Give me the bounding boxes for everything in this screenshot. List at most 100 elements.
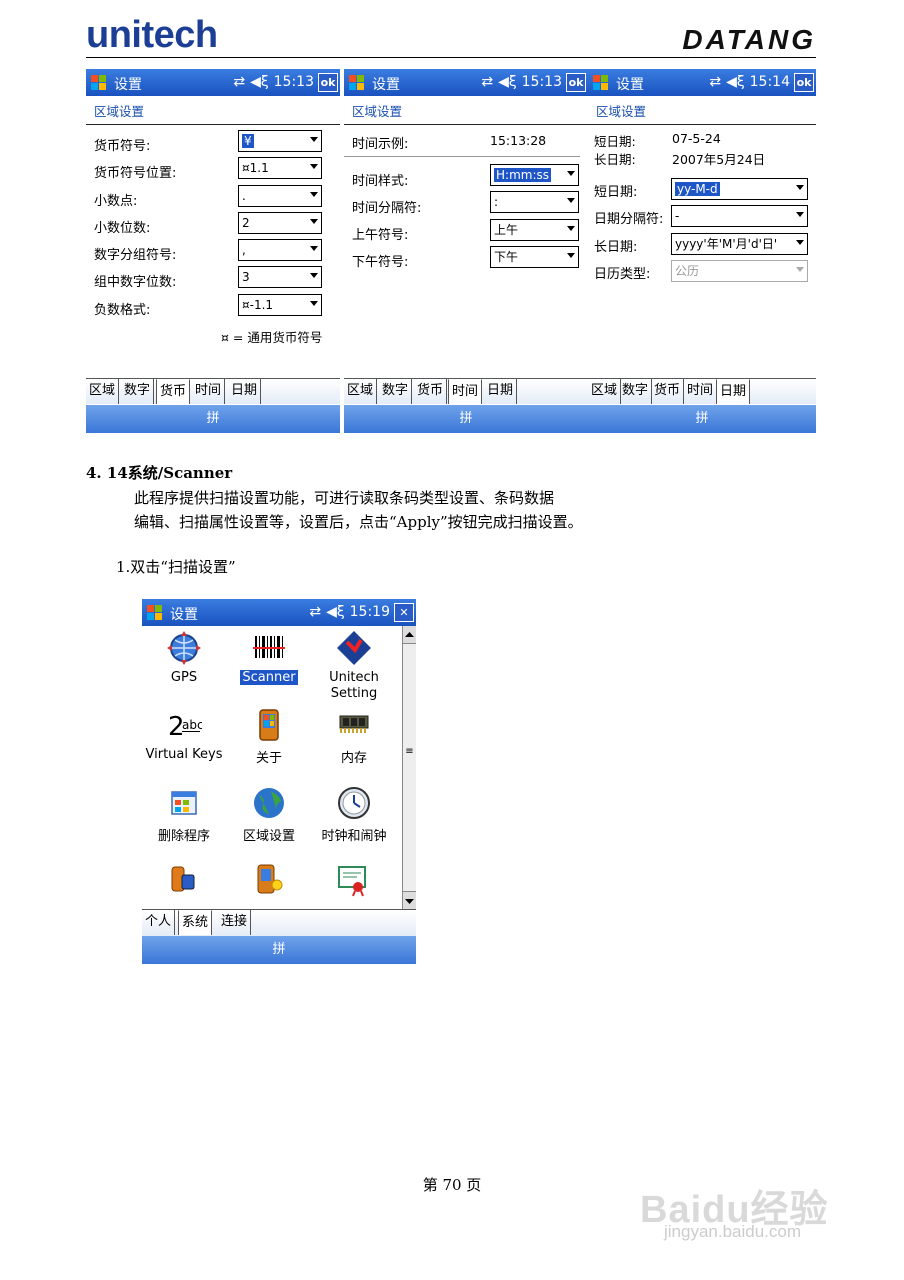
vertical-scrollbar[interactable]: ≡	[402, 626, 416, 909]
status-area: ⇄ ◀ξ 15:13	[476, 74, 562, 90]
window-title: 设置	[372, 77, 400, 93]
remove-programs-item[interactable]: 删除程序	[142, 785, 229, 844]
tab-date[interactable]: 日期	[228, 379, 262, 404]
input-panel-button[interactable]: 拼	[588, 405, 816, 433]
page-subtitle: 区域设置	[596, 104, 647, 119]
status-area: ⇄ ◀ξ 15:14	[704, 74, 790, 90]
about-item[interactable]: 关于	[224, 707, 314, 766]
input-panel-button[interactable]: 拼	[142, 936, 416, 964]
scroll-thumb-grip-icon[interactable]: ≡	[403, 746, 416, 766]
scroll-up-button[interactable]	[403, 626, 416, 644]
tab-region[interactable]: 区域	[344, 379, 378, 404]
unitech-setting-item[interactable]: Unitech Setting	[309, 630, 399, 702]
speaker-icon[interactable]: ◀ξ	[498, 74, 517, 90]
short-date-label: 短日期:	[594, 185, 638, 200]
window-title: 设置	[114, 77, 142, 93]
regional-settings-item[interactable]: 区域设置	[224, 785, 314, 844]
memory-item[interactable]: 内存	[309, 707, 399, 766]
tab-region[interactable]: 区域	[588, 379, 622, 404]
time-style-select[interactable]: H:mm:ss	[490, 164, 579, 186]
tab-connections[interactable]: 连接	[218, 910, 252, 935]
currency-symbol-select[interactable]: ¥	[238, 130, 322, 152]
tab-time[interactable]: 时间	[448, 379, 483, 404]
gps-item[interactable]: GPS	[142, 630, 229, 685]
pm-symbol-select[interactable]: 下午	[490, 246, 579, 268]
long-date-select[interactable]: yyyy'年'M'月'd'日'	[671, 233, 808, 255]
tab-date[interactable]: 日期	[716, 379, 751, 404]
calendar-type-select: 公历	[671, 260, 808, 282]
date-separator-select[interactable]: -	[671, 205, 808, 227]
chevron-down-icon	[310, 246, 318, 251]
digit-grouping-select[interactable]: ,	[238, 239, 322, 261]
speaker-icon[interactable]: ◀ξ	[726, 74, 745, 90]
windows-start-icon[interactable]	[89, 73, 109, 92]
chevron-down-icon	[310, 192, 318, 197]
virtual-keys-item[interactable]: 2 abc Virtual Keys	[142, 707, 229, 762]
ok-button[interactable]: ok	[318, 73, 338, 92]
group-size-select[interactable]: 3	[238, 266, 322, 288]
status-area: ⇄ ◀ξ 15:13	[228, 74, 314, 90]
tab-system[interactable]: 系统	[178, 910, 213, 935]
tab-currency[interactable]: 货币	[414, 379, 448, 404]
chevron-down-icon	[796, 267, 804, 272]
connectivity-icon[interactable]: ⇄	[309, 604, 321, 620]
time-separator-select[interactable]: :	[490, 191, 579, 213]
certificates-icon	[338, 866, 366, 897]
close-icon[interactable]: ✕	[394, 603, 414, 622]
tab-number[interactable]: 数字	[121, 379, 155, 404]
tab-time[interactable]: 时间	[192, 379, 226, 404]
decimal-digits-select[interactable]: 2	[238, 212, 322, 234]
windows-start-icon[interactable]	[591, 73, 611, 92]
backlight-item[interactable]	[249, 861, 289, 899]
tab-time[interactable]: 时间	[684, 379, 718, 404]
certificates-item[interactable]	[334, 861, 374, 899]
input-panel-button[interactable]: 拼	[86, 405, 340, 433]
clock-time[interactable]: 15:19	[350, 604, 390, 620]
negative-format-select[interactable]: ¤-1.1	[238, 294, 322, 316]
datang-logo: DATANG	[682, 24, 816, 55]
windows-start-icon[interactable]	[347, 73, 367, 92]
date-separator-label: 日期分隔符:	[594, 212, 664, 227]
windows-start-icon[interactable]	[145, 603, 165, 622]
connectivity-icon[interactable]: ⇄	[709, 74, 721, 90]
ok-button[interactable]: ok	[794, 73, 814, 92]
connectivity-icon[interactable]: ⇄	[233, 74, 245, 90]
input-panel-button[interactable]: 拼	[344, 405, 588, 433]
scanner-icon	[253, 636, 285, 658]
currency-position-label: 货币符号位置:	[94, 166, 177, 181]
tab-date[interactable]: 日期	[484, 379, 518, 404]
speaker-icon[interactable]: ◀ξ	[250, 74, 269, 90]
remove-programs-icon	[171, 791, 197, 815]
am-symbol-select[interactable]: 上午	[490, 219, 579, 241]
chevron-down-icon	[310, 273, 318, 278]
short-date-select[interactable]: yy-M-d	[671, 178, 808, 200]
section-heading: 4. 14系统/Scanner	[86, 464, 233, 482]
regional-settings-icon	[254, 788, 284, 818]
power-item[interactable]	[164, 861, 204, 899]
title-bar: 设置 ⇄ ◀ξ 15:19 ✕	[142, 599, 416, 626]
clock-time[interactable]: 15:13	[274, 74, 314, 90]
about-icon	[259, 709, 279, 741]
connectivity-icon[interactable]: ⇄	[481, 74, 493, 90]
scanner-item[interactable]: Scanner	[224, 630, 314, 685]
tab-number[interactable]: 数字	[379, 379, 413, 404]
tab-currency[interactable]: 货币	[156, 379, 191, 404]
screenshot-time: 设置 ⇄ ◀ξ 15:13 ok 区域设置 时间示例: 15:13:28 时间样式:…	[344, 69, 588, 433]
tab-number[interactable]: 数字	[619, 379, 653, 404]
long-date-sample-value: 2007年5月24日	[672, 152, 766, 167]
tab-personal[interactable]: 个人	[142, 910, 176, 935]
clock-time[interactable]: 15:14	[750, 74, 790, 90]
icon-label: Unitech Setting	[329, 670, 379, 701]
currency-position-select[interactable]: ¤1.1	[238, 157, 322, 179]
decimal-point-select[interactable]: .	[238, 185, 322, 207]
clock-alarm-item[interactable]: 时钟和闹钟	[309, 785, 399, 844]
short-date-sample-value: 07-5-24	[672, 131, 721, 146]
speaker-icon[interactable]: ◀ξ	[326, 604, 345, 620]
watermark-url: jingyan.baidu.com	[664, 1222, 802, 1241]
tab-currency[interactable]: 货币	[651, 379, 685, 404]
ok-button[interactable]: ok	[566, 73, 586, 92]
tab-region[interactable]: 区域	[86, 379, 120, 404]
scroll-down-button[interactable]	[403, 891, 416, 909]
clock-time[interactable]: 15:13	[522, 74, 562, 90]
header-divider	[86, 57, 816, 58]
